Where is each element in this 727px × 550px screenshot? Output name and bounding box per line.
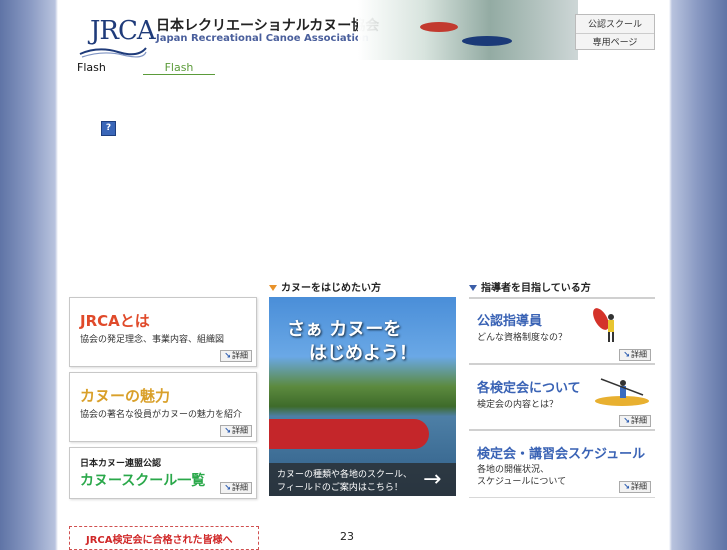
banner-foot-line1: カヌーの種類や各地のスクール、 [277,470,413,480]
card-about-subtitle: 協会の発足理念、事業内容、組織図 [80,335,225,345]
section-beginners-label: カヌーをはじめたい方 [281,283,381,294]
banner-foot-line2: フィールドのご案内はこちら！ [277,483,403,493]
detail-button[interactable]: ↘詳細 [220,425,252,437]
kayak-icon [595,378,649,406]
card-schedule-title: 検定会・講習会スケジュール [477,447,646,462]
section-instructors: 指導者を目指している方 [469,279,591,294]
red-canoe-image [420,22,458,32]
detail-button[interactable]: ↘詳細 [619,481,651,493]
site-header: JRCA 日本レクリエーショナルカヌー協会 Japan Recreational… [58,0,669,60]
detail-label: 詳細 [631,416,647,425]
card-exams-subtitle: 検定会の内容とは？ [477,400,559,410]
header-canoe-photo [358,0,578,60]
card-exams-title: 各検定会について [477,381,581,396]
red-raft-image [269,419,429,449]
blue-canoe-image [462,36,512,46]
card-schedule-subtitle2: スケジュールについて [477,477,567,487]
logo-text: JRCA [90,16,156,46]
detail-button[interactable]: ↘詳細 [220,482,252,494]
banner-line2: はじめよう！ [309,343,417,364]
flash-link[interactable]: Flash [143,61,215,75]
card-schedule[interactable]: 検定会・講習会スケジュール 各地の開催状況、 スケジュールについて ↘詳細 [469,429,655,498]
passed-exam-link[interactable]: JRCA検定会に合格された皆様へ [69,526,259,550]
detail-label: 詳細 [631,482,647,491]
beginner-banner[interactable]: さぁ カヌーを はじめよう！ カヌーの種類や各地のスクール、 フィールドのご案内… [269,297,456,496]
detail-button[interactable]: ↘詳細 [619,415,651,427]
site-title-en: Japan Recreational Canoe Association [156,33,369,44]
section-instructors-label: 指導者を目指している方 [481,283,591,294]
member-page-button[interactable]: 公認スクール 専用ページ [575,14,655,50]
detail-label: 詳細 [232,351,248,360]
card-about-title: JRCAとは [80,312,150,330]
section-beginners: カヌーをはじめたい方 [269,279,381,294]
logo-swoosh-icon [79,47,147,58]
member-box-line2: 専用ページ [576,33,654,48]
card-about-jrca[interactable]: JRCAとは 協会の発足理念、事業内容、組織図 ↘詳細 [69,297,257,367]
arrow-icon: ↘ [623,416,630,425]
card-certified-instructor[interactable]: 公認指導員 どんな資格制度なの？ ↘詳細 [469,297,655,366]
page-container: JRCA 日本レクリエーショナルカヌー協会 Japan Recreational… [58,0,669,550]
card-canoe-charm[interactable]: カヌーの魅力 協会の著名な役員がカヌーの魅力を紹介 ↘詳細 [69,372,257,442]
card-instructor-subtitle: どんな資格制度なの？ [477,333,568,343]
triangle-blue-icon [469,285,477,291]
site-title-jp: 日本レクリエーショナルカヌー協会 [156,18,380,34]
banner-line1: さぁ カヌーを [287,319,402,340]
card-school-title: カヌースクール一覧 [80,473,206,489]
jrca-logo[interactable]: JRCA [68,8,156,58]
passed-exam-label: JRCA検定会に合格された皆様へ [86,535,233,546]
card-school-pre: 日本カヌー連盟公認 [80,459,162,469]
visitor-counter: 23 [340,530,354,543]
detail-label: 詳細 [631,350,647,359]
card-instructor-title: 公認指導員 [477,314,543,329]
detail-label: 詳細 [232,483,248,492]
detail-label: 詳細 [232,426,248,435]
triangle-orange-icon [269,285,277,291]
detail-button[interactable]: ↘詳細 [619,349,651,361]
card-exams[interactable]: 各検定会について 検定会の内容とは？ ↘詳細 [469,363,655,432]
card-school-list[interactable]: 日本カヌー連盟公認 カヌースクール一覧 ↘詳細 [69,447,257,499]
detail-button[interactable]: ↘詳細 [220,350,252,362]
card-charm-subtitle: 協会の著名な役員がカヌーの魅力を紹介 [80,410,243,420]
arrow-icon: ↘ [623,482,630,491]
arrow-icon: ↘ [623,350,630,359]
kayaker-icon [593,308,614,342]
arrow-icon: ↘ [224,483,231,492]
flash-label: Flash [77,61,106,74]
arrow-right-icon: → [423,467,442,492]
arrow-icon: ↘ [224,351,231,360]
member-box-line1: 公認スクール [587,20,642,30]
arrow-icon: ↘ [224,426,231,435]
help-icon[interactable]: ? [101,121,116,136]
card-charm-title: カヌーの魅力 [80,387,171,405]
